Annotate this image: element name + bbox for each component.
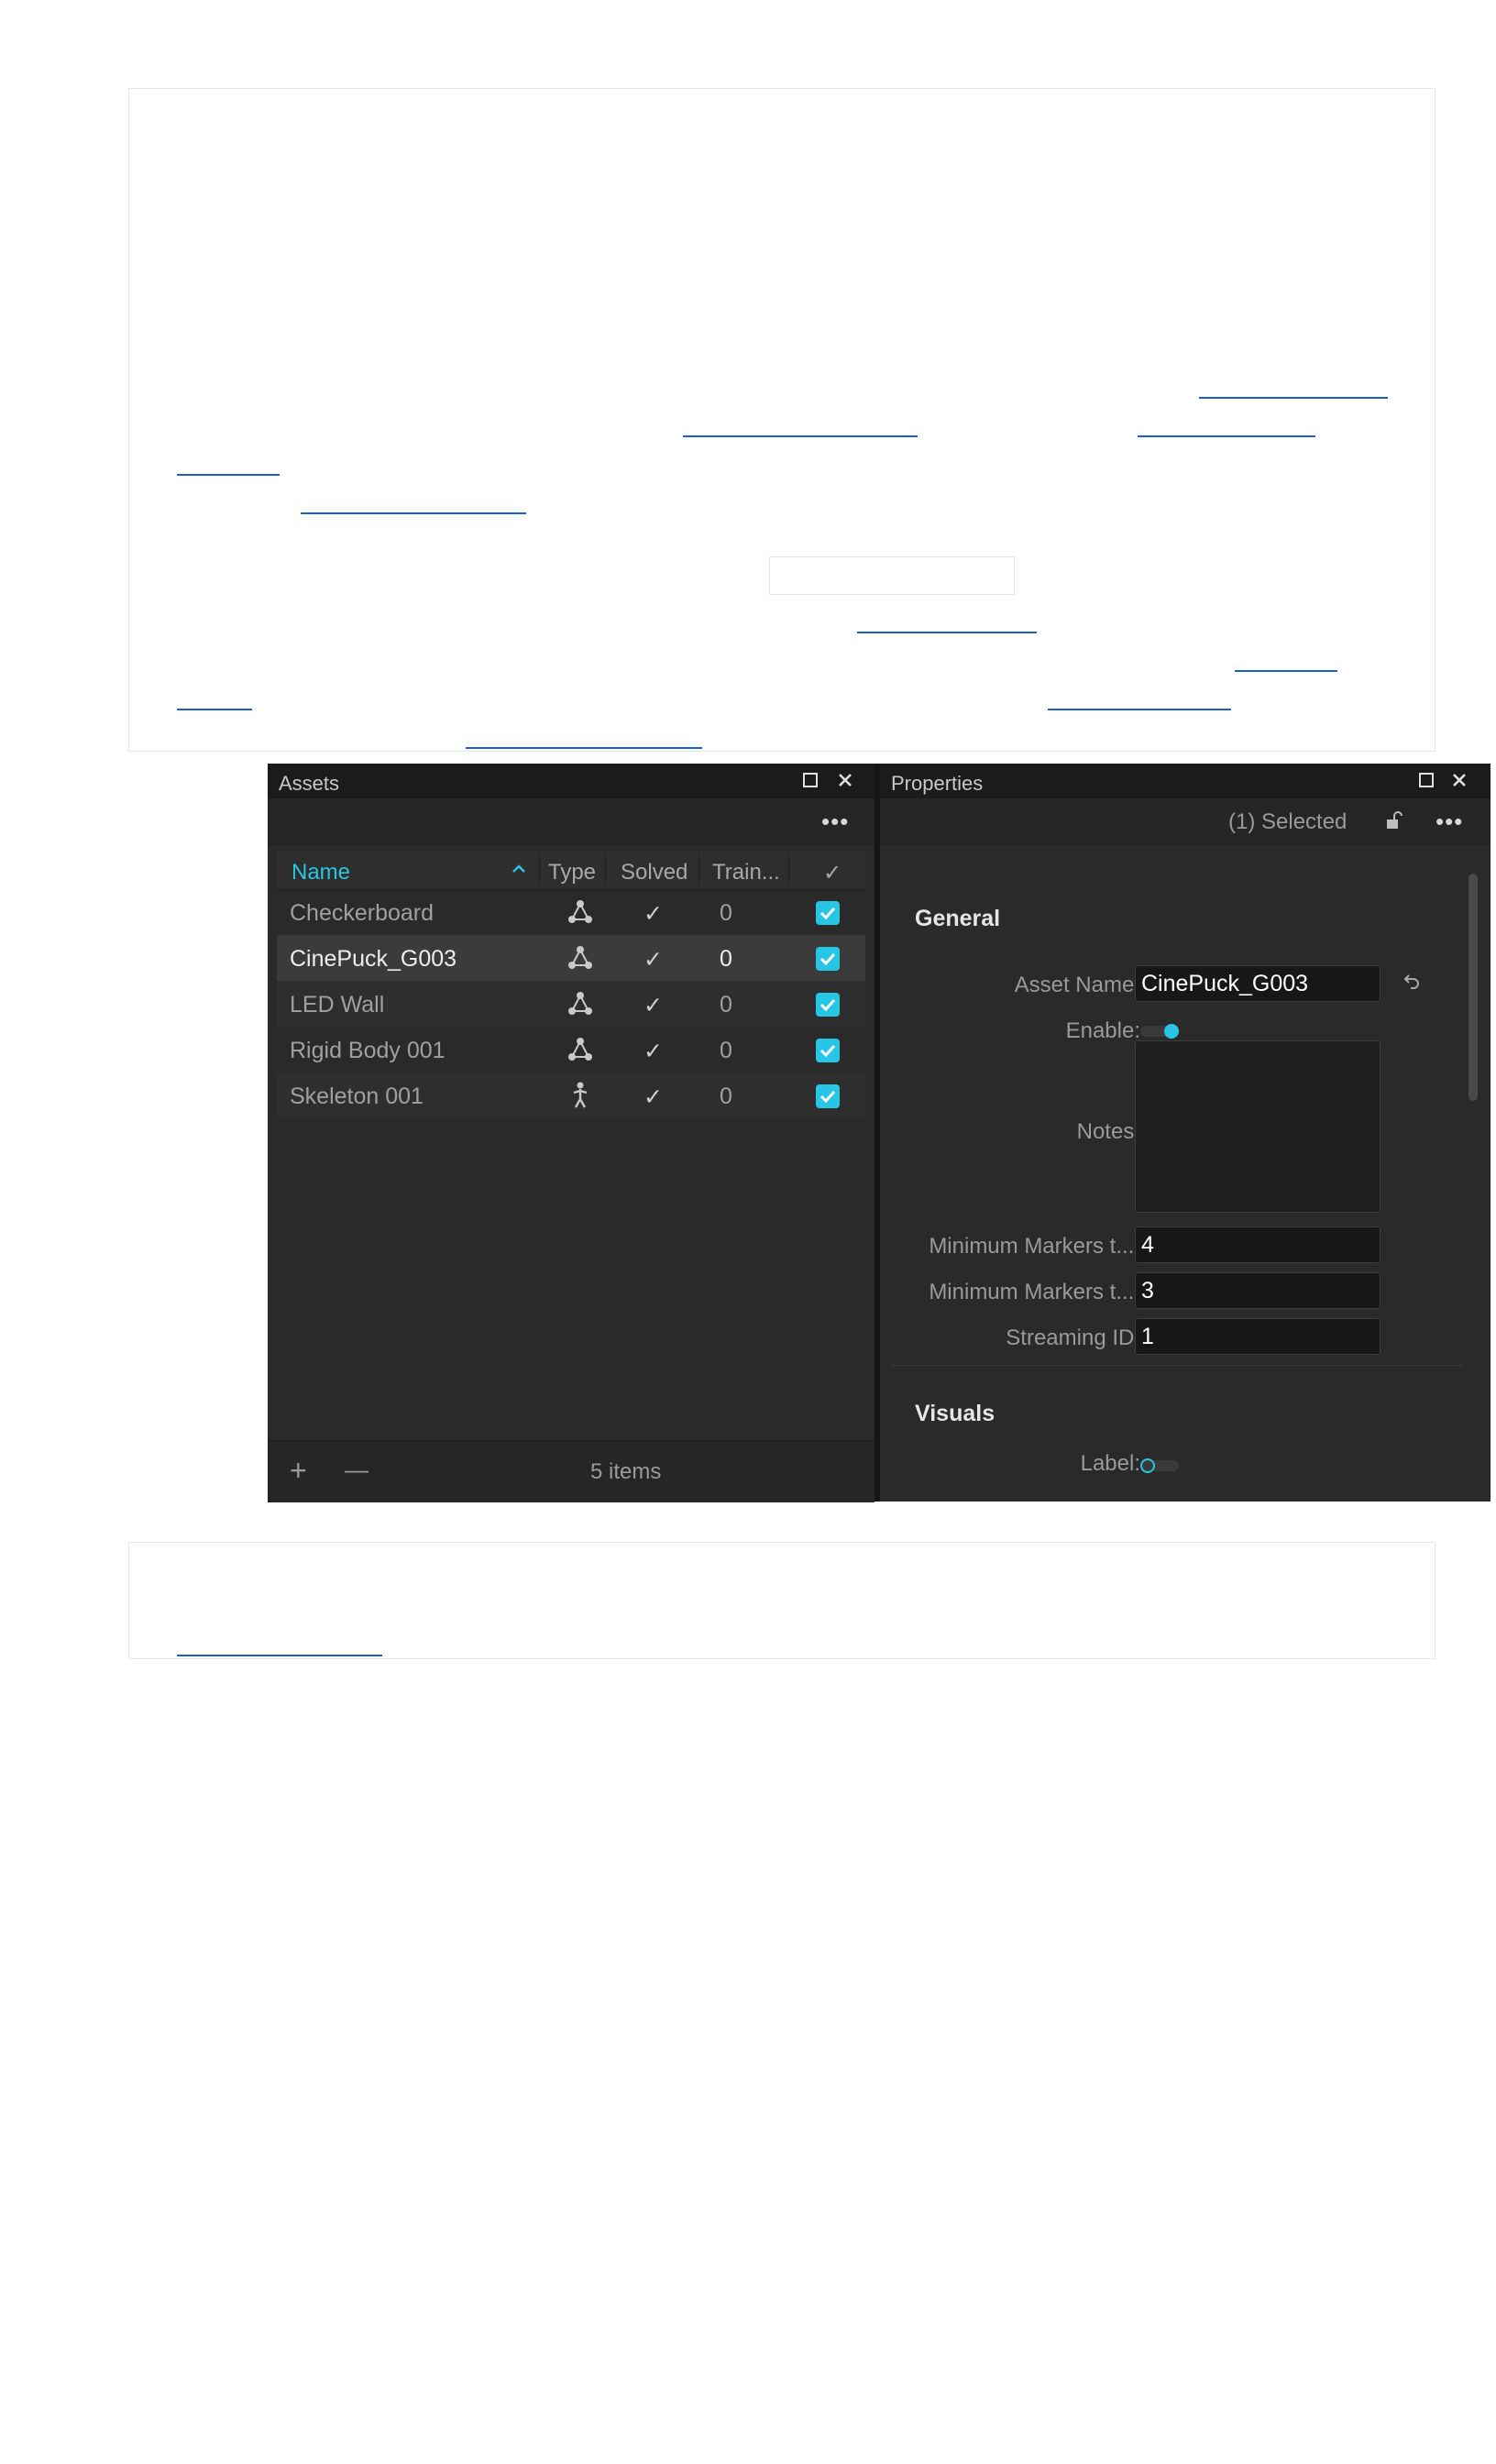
column-header-type[interactable]: Type [548, 860, 596, 886]
link-underline[interactable] [857, 632, 1037, 633]
notes-textarea[interactable] [1135, 1040, 1380, 1213]
general-section-title[interactable]: General [915, 906, 1000, 932]
asset-name: CinePuck_G003 [290, 946, 457, 972]
asset-name: Skeleton 001 [290, 1084, 424, 1109]
table-row[interactable]: CinePuck_G003 ✓ 0 [277, 935, 865, 981]
assets-toolbar: ••• [268, 798, 874, 845]
minimum-markers-label: Minimum Markers t...: [929, 1280, 1140, 1304]
link-underline[interactable] [1199, 397, 1388, 399]
skeleton-icon [573, 1082, 588, 1108]
visuals-section-title[interactable]: Visuals [915, 1401, 995, 1427]
properties-titlebar: Properties [880, 764, 1490, 798]
link-underline[interactable] [177, 474, 280, 476]
link-underline[interactable] [1048, 709, 1231, 710]
table-row[interactable]: Rigid Body 001 ✓ 0 [277, 1027, 865, 1072]
label-label: Label: [1080, 1451, 1140, 1476]
enabled-checkbox[interactable] [816, 993, 840, 1017]
maximize-icon[interactable] [799, 769, 821, 791]
notes-label: Notes: [1076, 1119, 1140, 1144]
link-underline[interactable] [1235, 670, 1337, 672]
column-header-train[interactable]: Train... [712, 860, 780, 886]
maximize-icon[interactable] [1415, 769, 1437, 791]
enabled-checkbox[interactable] [816, 901, 840, 925]
enabled-checkbox[interactable] [816, 947, 840, 971]
enabled-checkbox[interactable] [816, 1084, 840, 1108]
train-count: 0 [720, 992, 732, 1018]
rigid-body-icon [568, 992, 592, 1015]
properties-scrollbar[interactable] [1468, 874, 1478, 1101]
solved-check: ✓ [644, 993, 663, 1018]
top-content-card [128, 88, 1436, 752]
column-divider[interactable] [605, 854, 606, 886]
rigid-body-icon [568, 900, 592, 923]
properties-panel: Properties (1) Selected ••• General Asse… [880, 764, 1490, 1502]
lock-icon[interactable] [1382, 809, 1404, 836]
section-divider [891, 1365, 1463, 1366]
column-divider[interactable] [788, 854, 789, 886]
train-count: 0 [720, 946, 732, 972]
asset-name: LED Wall [290, 992, 385, 1018]
enable-label: Enable: [1065, 1018, 1140, 1043]
assets-table-header: Name Type Solved Train... ✓ [277, 851, 865, 890]
enabled-checkbox[interactable] [816, 1039, 840, 1062]
table-row[interactable]: Checkerboard ✓ 0 [277, 889, 865, 935]
asset-name-label: Asset Name: [1014, 973, 1140, 997]
link-underline[interactable] [466, 747, 702, 749]
minimum-markers-input[interactable]: 4 [1135, 1226, 1380, 1263]
rigid-body-icon [568, 946, 592, 969]
item-count: 5 items [590, 1459, 662, 1484]
minimum-markers-input[interactable]: 3 [1135, 1272, 1380, 1309]
train-count: 0 [720, 1038, 732, 1063]
link-underline[interactable] [683, 435, 918, 437]
rigid-body-icon [568, 1038, 592, 1061]
assets-panel-title: Assets [279, 772, 340, 795]
inline-code-box [769, 556, 1015, 595]
column-header-name[interactable]: Name [292, 860, 350, 886]
bottom-content-card [128, 1542, 1436, 1659]
sort-ascending-icon[interactable] [508, 858, 530, 885]
solved-check: ✓ [644, 1084, 663, 1110]
reset-icon[interactable] [1399, 971, 1423, 999]
link-underline[interactable] [177, 709, 252, 710]
minimum-markers-label: Minimum Markers t...: [929, 1234, 1140, 1259]
label-toggle[interactable] [1138, 1455, 1184, 1477]
remove-asset-button[interactable]: — [345, 1456, 368, 1484]
more-options-icon[interactable]: ••• [1436, 808, 1463, 836]
link-underline[interactable] [1138, 435, 1315, 437]
column-divider[interactable] [698, 854, 699, 886]
column-divider[interactable] [539, 854, 540, 886]
properties-toolbar: (1) Selected ••• [880, 798, 1490, 845]
train-count: 0 [720, 1084, 732, 1109]
link-underline[interactable] [301, 512, 526, 514]
add-asset-button[interactable]: + [290, 1454, 307, 1488]
asset-name-input[interactable]: CinePuck_G003 [1135, 965, 1380, 1002]
assets-panel: Assets ••• Name Type Solved Train... ✓ C… [268, 764, 874, 1502]
assets-footer: + — 5 items [268, 1440, 874, 1502]
properties-panel-title: Properties [891, 772, 984, 795]
solved-check: ✓ [644, 901, 663, 927]
close-icon[interactable] [1448, 769, 1470, 791]
enable-toggle[interactable] [1138, 1020, 1184, 1042]
motive-app-screenshot: Assets ••• Name Type Solved Train... ✓ C… [268, 764, 1490, 1502]
train-count: 0 [720, 900, 732, 926]
close-icon[interactable] [834, 769, 856, 791]
asset-name: Checkerboard [290, 900, 434, 926]
solved-check: ✓ [644, 947, 663, 973]
asset-name: Rigid Body 001 [290, 1038, 446, 1063]
solved-check: ✓ [644, 1039, 663, 1064]
table-row[interactable]: Skeleton 001 ✓ 0 [277, 1072, 865, 1118]
assets-titlebar: Assets [268, 764, 874, 798]
more-options-icon[interactable]: ••• [821, 808, 849, 836]
link-underline[interactable] [177, 1655, 382, 1656]
column-header-solved[interactable]: Solved [621, 860, 688, 886]
column-header-enabled[interactable]: ✓ [823, 860, 842, 886]
streaming-id-input[interactable]: 1 [1135, 1318, 1380, 1355]
streaming-id-label: Streaming ID: [1006, 1326, 1140, 1350]
selection-count: (1) Selected [1228, 809, 1348, 834]
table-row[interactable]: LED Wall ✓ 0 [277, 981, 865, 1027]
